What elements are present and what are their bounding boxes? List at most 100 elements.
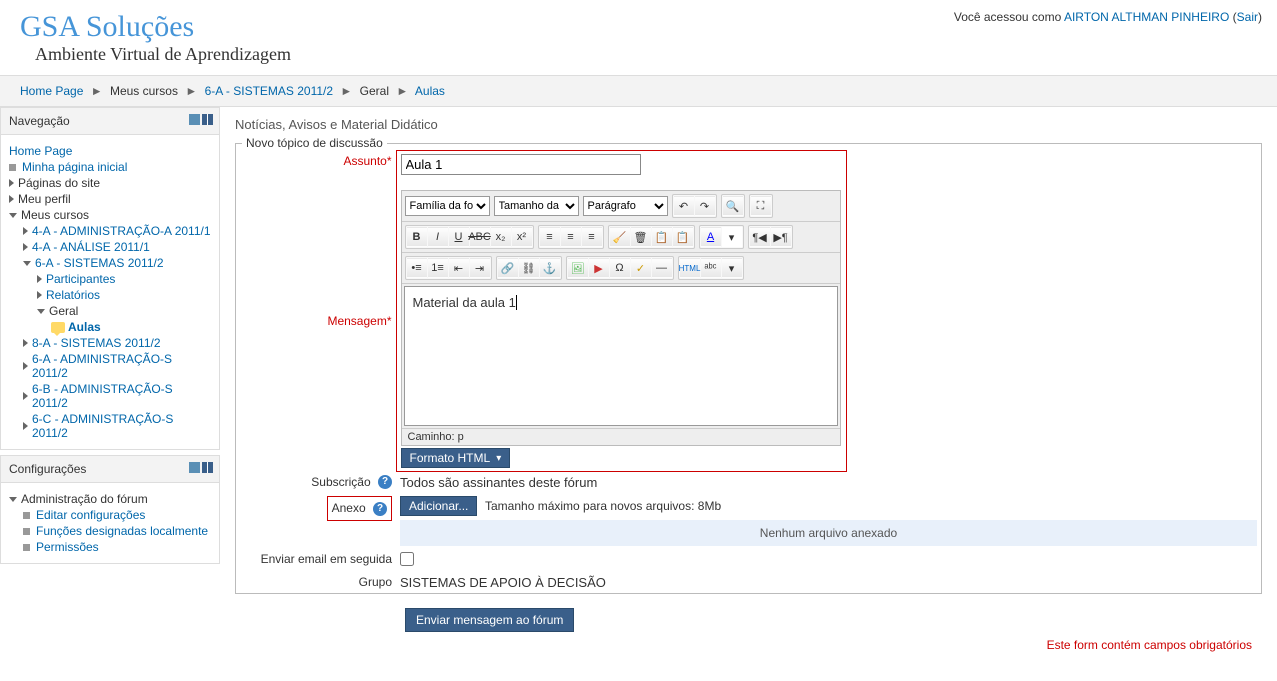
indent-icon[interactable]: ⇥ <box>470 258 490 278</box>
subscript-icon[interactable]: x₂ <box>491 227 511 247</box>
equation-icon[interactable]: Ω <box>610 258 630 278</box>
send-now-checkbox[interactable] <box>400 552 414 566</box>
collapse-icon[interactable] <box>23 261 31 266</box>
nav-my-profile[interactable]: Meu perfil <box>18 192 71 206</box>
rtl-icon[interactable]: ▶¶ <box>771 227 791 247</box>
underline-icon[interactable]: U <box>449 227 469 247</box>
nav-course-8a[interactable]: 8-A - SISTEMAS 2011/2 <box>32 336 161 350</box>
subject-input[interactable] <box>401 154 641 175</box>
fieldset-legend: Novo tópico de discussão <box>242 136 387 150</box>
paragraph-select[interactable]: Parágrafo <box>583 196 668 216</box>
redo-icon[interactable]: ↷ <box>695 196 715 216</box>
expand-icon[interactable] <box>23 362 28 370</box>
config-edit[interactable]: Editar configurações <box>36 508 145 522</box>
italic-icon[interactable]: I <box>428 227 448 247</box>
find-replace-icon[interactable]: 🔍 <box>723 196 743 216</box>
special-char-icon[interactable]: — <box>652 258 672 278</box>
logout-link[interactable]: Sair <box>1237 10 1258 24</box>
edit-html-icon[interactable]: HTML <box>680 258 700 278</box>
navigation-block: Navegação Home Page Minha página inicial… <box>0 107 220 450</box>
dock-block-icon[interactable] <box>202 114 213 125</box>
breadcrumb-aulas[interactable]: Aulas <box>415 84 445 98</box>
clean-icon[interactable]: 🧹 <box>610 227 630 247</box>
font-size-select[interactable]: Tamanho da fo <box>494 196 579 216</box>
ltr-icon[interactable]: ¶◀ <box>750 227 770 247</box>
editor-body[interactable]: Material da aula 1 <box>404 286 838 426</box>
bold-icon[interactable]: B <box>407 227 427 247</box>
expand-icon[interactable] <box>23 392 28 400</box>
expand-icon[interactable] <box>37 275 42 283</box>
nonbreaking-icon[interactable]: ✓ <box>631 258 651 278</box>
breadcrumb-course[interactable]: 6-A - SISTEMAS 2011/2 <box>205 84 334 98</box>
config-admin-forum[interactable]: Administração do fórum <box>21 492 148 506</box>
config-permissions[interactable]: Permissões <box>36 540 99 554</box>
file-drop-area[interactable]: Nenhum arquivo anexado <box>400 520 1257 546</box>
outdent-icon[interactable]: ⇤ <box>449 258 469 278</box>
help-icon[interactable]: ? <box>378 475 392 489</box>
nav-reports[interactable]: Relatórios <box>46 288 100 302</box>
nav-my-page[interactable]: Minha página inicial <box>22 160 127 174</box>
dock-block-icon[interactable] <box>202 462 213 473</box>
media-icon[interactable]: ▶ <box>589 258 609 278</box>
align-left-icon[interactable]: ≡ <box>540 227 560 247</box>
format-select[interactable]: Formato HTML <box>401 448 511 468</box>
nav-my-courses[interactable]: Meus cursos <box>21 208 89 222</box>
nav-aulas[interactable]: Aulas <box>68 320 101 334</box>
breadcrumb-home[interactable]: Home Page <box>20 84 83 98</box>
subject-label: Assunto* <box>343 154 391 168</box>
anchor-icon[interactable]: ⚓ <box>540 258 560 278</box>
bullet-list-icon[interactable]: •≡ <box>407 258 427 278</box>
group-value: SISTEMAS DE APOIO À DECISÃO <box>400 575 606 590</box>
nav-course-6a-adm[interactable]: 6-A - ADMINISTRAÇÃO-S 2011/2 <box>32 352 211 380</box>
page-subtitle: Notícias, Avisos e Material Didático <box>235 117 1262 132</box>
strikethrough-icon[interactable]: ABC <box>470 227 490 247</box>
nav-general[interactable]: Geral <box>49 304 78 318</box>
expand-icon[interactable] <box>23 422 28 430</box>
spellcheck-icon[interactable]: ᵃᵇᶜ <box>701 258 721 278</box>
nav-home[interactable]: Home Page <box>9 144 72 158</box>
user-link[interactable]: AIRTON ALTHMAN PINHEIRO <box>1064 10 1229 24</box>
paste-text-icon[interactable]: 📋 <box>652 227 672 247</box>
expand-icon[interactable] <box>37 291 42 299</box>
unlink-icon[interactable]: ⛓ <box>519 258 539 278</box>
config-block: Configurações Administração do fórum Edi… <box>0 455 220 564</box>
image-icon[interactable]: 🖼 <box>568 258 588 278</box>
font-family-select[interactable]: Família da font <box>405 196 490 216</box>
superscript-icon[interactable]: x² <box>512 227 532 247</box>
subscription-label: Subscrição <box>311 475 370 489</box>
nav-course-6c-adm[interactable]: 6-C - ADMINISTRAÇÃO-S 2011/2 <box>32 412 211 440</box>
paste-word-icon[interactable]: 📋 <box>673 227 693 247</box>
remove-format-icon[interactable]: 🗑 <box>631 227 651 247</box>
add-file-button[interactable]: Adicionar... <box>400 496 477 516</box>
login-prefix: Você acessou como <box>954 10 1064 24</box>
expand-icon[interactable] <box>23 339 28 347</box>
nav-participants[interactable]: Participantes <box>46 272 115 286</box>
hide-block-icon[interactable] <box>189 114 200 125</box>
link-icon[interactable]: 🔗 <box>498 258 518 278</box>
expand-icon[interactable] <box>23 243 28 251</box>
rich-text-editor: Família da font Tamanho da fo Parágrafo … <box>401 190 841 446</box>
spellcheck-toggle-icon[interactable]: ▾ <box>722 258 742 278</box>
expand-icon[interactable] <box>9 195 14 203</box>
undo-icon[interactable]: ↶ <box>674 196 694 216</box>
expand-icon[interactable] <box>9 179 14 187</box>
nav-site-pages[interactable]: Páginas do site <box>18 176 100 190</box>
collapse-icon[interactable] <box>9 497 17 502</box>
text-color-icon[interactable]: A <box>701 227 721 247</box>
nav-course-4a-analise[interactable]: 4-A - ANÁLISE 2011/1 <box>32 240 150 254</box>
align-center-icon[interactable]: ≡ <box>561 227 581 247</box>
nav-course-4a-adm[interactable]: 4-A - ADMINISTRAÇÃO-A 2011/1 <box>32 224 211 238</box>
align-right-icon[interactable]: ≡ <box>582 227 602 247</box>
number-list-icon[interactable]: 1≡ <box>428 258 448 278</box>
nav-course-6b-adm[interactable]: 6-B - ADMINISTRAÇÃO-S 2011/2 <box>32 382 211 410</box>
collapse-icon[interactable] <box>9 213 17 218</box>
bg-color-icon[interactable]: ▾ <box>722 227 742 247</box>
expand-icon[interactable] <box>23 227 28 235</box>
fullscreen-icon[interactable]: ⛶ <box>751 196 771 216</box>
config-roles[interactable]: Funções designadas localmente <box>36 524 208 538</box>
nav-course-6a-sistemas[interactable]: 6-A - SISTEMAS 2011/2 <box>35 256 164 270</box>
collapse-icon[interactable] <box>37 309 45 314</box>
submit-button[interactable]: Enviar mensagem ao fórum <box>405 608 574 632</box>
hide-block-icon[interactable] <box>189 462 200 473</box>
help-icon[interactable]: ? <box>373 502 387 516</box>
